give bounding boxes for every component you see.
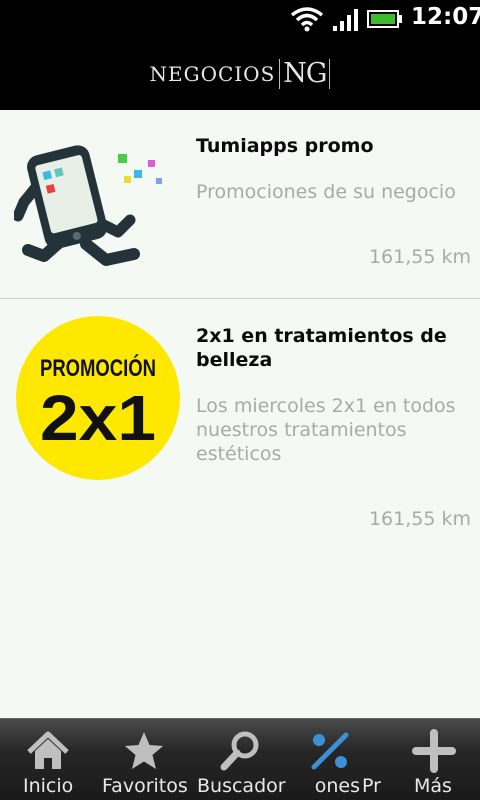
item-description: Promociones de su negocio bbox=[196, 181, 456, 203]
tab-label: Pr bbox=[362, 775, 381, 797]
list-item[interactable]: Tumiapps promo Promociones de su negocio… bbox=[0, 110, 480, 298]
tab-partial[interactable]: Pr bbox=[360, 719, 388, 800]
promotions-list: Tumiapps promo Promociones de su negocio… bbox=[0, 110, 480, 718]
home-icon bbox=[27, 731, 69, 769]
tab-label: ones bbox=[314, 775, 360, 797]
brand-monogram: NG bbox=[279, 59, 331, 89]
item-distance: 161,55 km bbox=[368, 508, 471, 530]
search-icon bbox=[220, 731, 259, 771]
tab-promociones[interactable]: ones bbox=[288, 719, 360, 800]
tab-inicio[interactable]: Inicio bbox=[0, 719, 96, 800]
bottom-tab-bar: Inicio Favoritos Buscador ones Pr Más bbox=[0, 718, 480, 800]
status-clock: 12:07 bbox=[411, 4, 480, 30]
tab-label: Buscador bbox=[197, 775, 286, 797]
promo-2x1-badge: PROMOCIÓN 2x1 bbox=[16, 316, 180, 480]
item-distance: 161,55 km bbox=[368, 246, 471, 268]
tab-favoritos[interactable]: Favoritos bbox=[96, 719, 192, 800]
tab-label: Favoritos bbox=[102, 775, 188, 797]
list-item[interactable]: PROMOCIÓN 2x1 2x1 en tratamientos de bel… bbox=[0, 300, 480, 540]
app-header: NEGOCIOS NG bbox=[0, 38, 480, 110]
plus-icon bbox=[412, 729, 456, 773]
signal-icon bbox=[333, 9, 358, 31]
item-title: 2x1 en tratamientos de belleza bbox=[196, 325, 447, 371]
battery-icon bbox=[367, 10, 402, 28]
badge-line2: 2x1 bbox=[40, 382, 156, 454]
percent-icon bbox=[311, 732, 349, 770]
tab-label: Inicio bbox=[23, 775, 74, 797]
brand-text: NEGOCIOS bbox=[149, 62, 276, 86]
item-description: Los miercoles 2x1 en todos nuestros trat… bbox=[196, 395, 456, 465]
list-divider bbox=[0, 298, 480, 299]
star-icon bbox=[125, 732, 163, 769]
item-title: Tumiapps promo bbox=[196, 135, 374, 157]
wifi-icon bbox=[290, 7, 324, 32]
running-phone-mascot-icon bbox=[14, 145, 162, 266]
badge-line1: PROMOCIÓN bbox=[40, 354, 156, 382]
tab-label: Más bbox=[414, 775, 452, 797]
status-bar: 12:07 bbox=[0, 0, 480, 38]
tab-buscador[interactable]: Buscador bbox=[192, 719, 288, 800]
tab-mas[interactable]: Más bbox=[392, 719, 480, 800]
brand-logo: NEGOCIOS NG bbox=[0, 38, 480, 110]
